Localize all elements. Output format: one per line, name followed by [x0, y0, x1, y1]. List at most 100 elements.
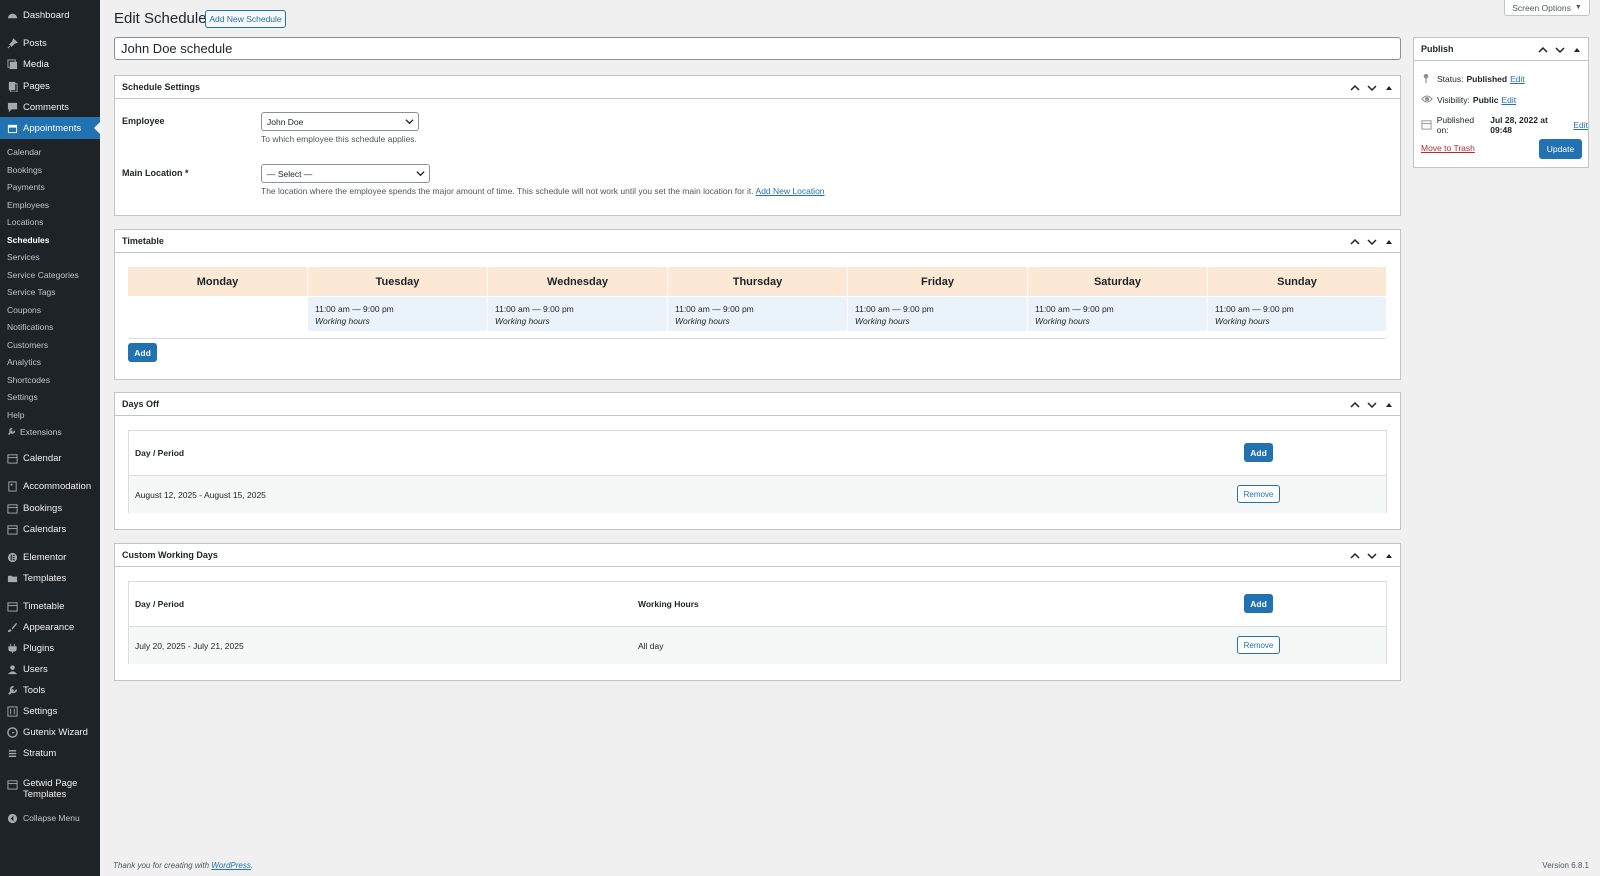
menu-templates[interactable]: Templates: [0, 567, 100, 589]
move-down-icon[interactable]: [1553, 43, 1567, 57]
toggle-panel-icon[interactable]: [1382, 81, 1396, 95]
elementor-icon: [6, 551, 18, 563]
submenu-notifications[interactable]: Notifications: [0, 318, 100, 335]
folder-icon: [6, 572, 18, 584]
remove-custom-day-button[interactable]: Remove: [1237, 636, 1280, 654]
days-off-add-button[interactable]: Add: [1244, 443, 1273, 462]
move-down-icon[interactable]: [1365, 549, 1379, 563]
move-up-icon[interactable]: [1348, 81, 1362, 95]
timetable-day-header: Thursday: [668, 267, 847, 296]
edit-status-link[interactable]: Edit: [1510, 74, 1525, 84]
timetable-day-header: Friday: [848, 267, 1027, 296]
menu-pages[interactable]: Pages: [0, 75, 100, 97]
menu-media[interactable]: Media: [0, 53, 100, 75]
move-up-icon[interactable]: [1536, 43, 1550, 57]
update-button[interactable]: Update: [1539, 139, 1582, 159]
menu-label: Stratum: [23, 747, 57, 759]
menu-plugins[interactable]: Plugins: [0, 637, 100, 659]
menu-dashboard[interactable]: Dashboard: [0, 4, 100, 26]
timetable-add-button[interactable]: Add: [128, 343, 157, 362]
timetable-cell[interactable]: 11:00 am — 9:00 pm Working hours: [308, 297, 487, 331]
menu-appearance[interactable]: Appearance: [0, 616, 100, 638]
menu-stratum[interactable]: Stratum: [0, 742, 100, 764]
day-off-period: August 12, 2025 - August 15, 2025: [135, 490, 266, 500]
menu-calendars[interactable]: Calendars: [0, 518, 100, 540]
menu-appointments[interactable]: Appointments: [0, 117, 100, 139]
toggle-panel-icon[interactable]: [1382, 398, 1396, 412]
timetable-cell[interactable]: 11:00 am — 9:00 pm Working hours: [1028, 297, 1207, 331]
employee-select[interactable]: John Doe: [261, 112, 419, 131]
slot-time: 11:00 am — 9:00 pm: [495, 304, 574, 314]
submenu-payments[interactable]: Payments: [0, 178, 100, 195]
slot-type: Working hours: [675, 316, 730, 326]
menu-calendar[interactable]: Calendar: [0, 447, 100, 469]
timetable-cell[interactable]: 11:00 am — 9:00 pm Working hours: [668, 297, 847, 331]
submenu-employees[interactable]: Employees: [0, 196, 100, 213]
menu-elementor[interactable]: Elementor: [0, 546, 100, 568]
submenu-schedules[interactable]: Schedules: [0, 231, 100, 248]
timetable-cell[interactable]: 11:00 am — 9:00 pm Working hours: [848, 297, 1027, 331]
submenu-help[interactable]: Help: [0, 406, 100, 423]
menu-posts[interactable]: Posts: [0, 32, 100, 54]
menu-users[interactable]: Users: [0, 658, 100, 680]
menu-gutenix-wizard[interactable]: Gutenix Wizard: [0, 721, 100, 743]
submenu-customers[interactable]: Customers: [0, 336, 100, 353]
move-down-icon[interactable]: [1365, 81, 1379, 95]
timetable-day-header: Monday: [128, 267, 307, 296]
add-new-schedule-button[interactable]: Add New Schedule: [205, 10, 286, 28]
footer-version: Version 6.8.1: [1542, 861, 1589, 870]
submenu-services[interactable]: Services: [0, 248, 100, 265]
menu-label: Tools: [23, 684, 46, 696]
main-location-select[interactable]: — Select —: [261, 164, 430, 183]
submenu-shortcodes[interactable]: Shortcodes: [0, 371, 100, 388]
timetable-cell[interactable]: 11:00 am — 9:00 pm Working hours: [488, 297, 667, 331]
menu-settings[interactable]: Settings: [0, 700, 100, 722]
settings-icon: [6, 705, 18, 717]
edit-date-link[interactable]: Edit: [1573, 120, 1588, 130]
screen-options-button[interactable]: Screen Options ▼: [1504, 0, 1590, 16]
remove-day-off-button[interactable]: Remove: [1237, 485, 1280, 503]
toggle-panel-icon[interactable]: [1570, 43, 1584, 57]
toggle-panel-icon[interactable]: [1382, 549, 1396, 563]
move-up-icon[interactable]: [1348, 235, 1362, 249]
menu-tools[interactable]: Tools: [0, 679, 100, 701]
move-up-icon[interactable]: [1348, 549, 1362, 563]
custom-days-add-button[interactable]: Add: [1244, 594, 1273, 613]
admin-sidebar: Dashboard Posts Media Pages Comments App…: [0, 0, 100, 876]
submenu-locations[interactable]: Locations: [0, 213, 100, 230]
move-down-icon[interactable]: [1365, 235, 1379, 249]
move-to-trash-link[interactable]: Move to Trash: [1421, 143, 1475, 153]
submenu-coupons[interactable]: Coupons: [0, 301, 100, 318]
timetable-cell[interactable]: 11:00 am — 9:00 pm Working hours: [1208, 297, 1386, 331]
menu-comments[interactable]: Comments: [0, 96, 100, 118]
wordpress-link[interactable]: WordPress: [211, 861, 251, 870]
menu-accommodation[interactable]: Accommodation: [0, 475, 100, 497]
caret-down-icon: ▼: [1574, 4, 1582, 11]
add-new-location-link[interactable]: Add New Location: [756, 186, 825, 196]
gutenix-icon: [6, 726, 18, 738]
slot-type: Working hours: [1035, 316, 1090, 326]
move-down-icon[interactable]: [1365, 398, 1379, 412]
move-up-icon[interactable]: [1348, 398, 1362, 412]
menu-getwid-page-templates[interactable]: Getwid Page Templates: [0, 778, 100, 806]
slot-type: Working hours: [315, 316, 370, 326]
slot-time: 11:00 am — 9:00 pm: [855, 304, 934, 314]
submenu-service-tags[interactable]: Service Tags: [0, 283, 100, 300]
toggle-panel-icon[interactable]: [1382, 235, 1396, 249]
menu-label: Settings: [23, 705, 58, 717]
submenu-extensions[interactable]: Extensions: [0, 423, 100, 440]
handle-actions: [1536, 38, 1584, 61]
menu-bookings[interactable]: Bookings: [0, 497, 100, 519]
submenu-service-categories[interactable]: Service Categories: [0, 266, 100, 283]
menu-timetable[interactable]: Timetable: [0, 595, 100, 617]
menu-label: Appearance: [23, 621, 75, 633]
post-title-input[interactable]: John Doe schedule: [114, 37, 1401, 60]
submenu-calendar[interactable]: Calendar: [0, 143, 100, 160]
submenu-settings[interactable]: Settings: [0, 388, 100, 405]
submenu-analytics[interactable]: Analytics: [0, 353, 100, 370]
chevron-down-icon: [416, 169, 425, 180]
collapse-menu-button[interactable]: Collapse Menu: [0, 807, 100, 829]
edit-visibility-link[interactable]: Edit: [1501, 95, 1516, 105]
submenu-bookings[interactable]: Bookings: [0, 161, 100, 178]
box-title: Schedule Settings: [122, 82, 201, 92]
